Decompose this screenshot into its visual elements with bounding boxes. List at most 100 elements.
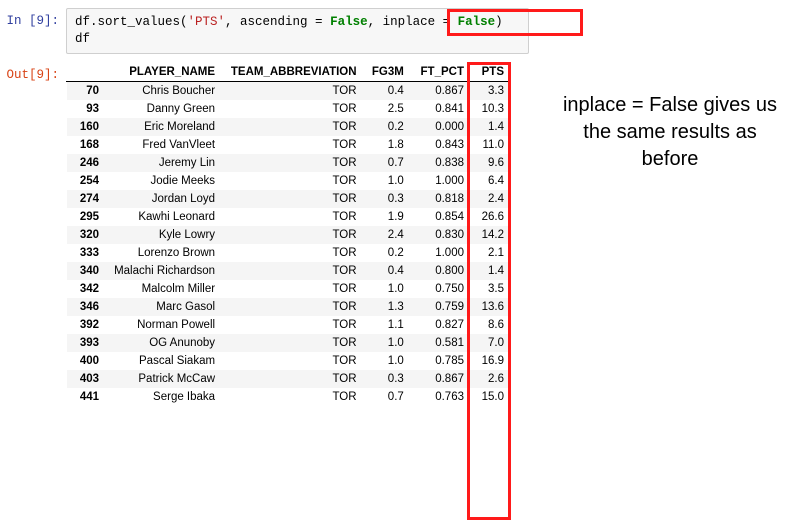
cell-player-name: Chris Boucher — [105, 81, 221, 100]
cell-pts: 6.4 — [470, 172, 511, 190]
input-cell: In [9]: df.sort_values('PTS', ascending … — [4, 8, 800, 54]
cell-team: TOR — [221, 154, 362, 172]
table-row: 392Norman PowellTOR1.10.8278.6 — [67, 316, 511, 334]
cell-player-name: Kawhi Leonard — [105, 208, 221, 226]
output-table-wrap: PLAYER_NAME TEAM_ABBREVIATION FG3M FT_PC… — [66, 62, 511, 407]
col-pts: PTS — [470, 62, 511, 81]
cell-pts: 26.6 — [470, 208, 511, 226]
code-input[interactable]: df.sort_values('PTS', ascending = False,… — [66, 8, 529, 54]
col-ft-pct: FT_PCT — [410, 62, 470, 81]
code-text: df.sort_values('PTS', ascending = False,… — [75, 15, 503, 29]
cell-pts: 14.2 — [470, 226, 511, 244]
cell-fg3m: 1.0 — [363, 334, 410, 352]
table-row: 246Jeremy LinTOR0.70.8389.6 — [67, 154, 511, 172]
cell-pts: 1.4 — [470, 262, 511, 280]
cell-ftpct: 0.000 — [410, 118, 470, 136]
cell-fg3m: 1.0 — [363, 280, 410, 298]
cell-fg3m: 0.7 — [363, 388, 410, 407]
cell-ftpct: 0.818 — [410, 190, 470, 208]
cell-pts: 3.3 — [470, 81, 511, 100]
row-index: 403 — [67, 370, 106, 388]
index-header — [67, 62, 106, 81]
row-index: 392 — [67, 316, 106, 334]
row-index: 346 — [67, 298, 106, 316]
cell-fg3m: 1.0 — [363, 172, 410, 190]
cell-pts: 2.6 — [470, 370, 511, 388]
cell-player-name: Serge Ibaka — [105, 388, 221, 407]
cell-player-name: Eric Moreland — [105, 118, 221, 136]
row-index: 168 — [67, 136, 106, 154]
cell-ftpct: 1.000 — [410, 172, 470, 190]
cell-ftpct: 0.763 — [410, 388, 470, 407]
cell-player-name: Jodie Meeks — [105, 172, 221, 190]
row-index: 342 — [67, 280, 106, 298]
table-row: 295Kawhi LeonardTOR1.90.85426.6 — [67, 208, 511, 226]
header-row: PLAYER_NAME TEAM_ABBREVIATION FG3M FT_PC… — [67, 62, 511, 81]
cell-player-name: Patrick McCaw — [105, 370, 221, 388]
cell-pts: 7.0 — [470, 334, 511, 352]
row-index: 246 — [67, 154, 106, 172]
cell-fg3m: 1.1 — [363, 316, 410, 334]
cell-player-name: OG Anunoby — [105, 334, 221, 352]
row-index: 340 — [67, 262, 106, 280]
cell-pts: 2.4 — [470, 190, 511, 208]
cell-ftpct: 0.841 — [410, 100, 470, 118]
cell-pts: 11.0 — [470, 136, 511, 154]
table-row: 342Malcolm MillerTOR1.00.7503.5 — [67, 280, 511, 298]
row-index: 93 — [67, 100, 106, 118]
cell-team: TOR — [221, 370, 362, 388]
cell-pts: 9.6 — [470, 154, 511, 172]
table-row: 274Jordan LoydTOR0.30.8182.4 — [67, 190, 511, 208]
cell-team: TOR — [221, 190, 362, 208]
cell-team: TOR — [221, 298, 362, 316]
table-row: 441Serge IbakaTOR0.70.76315.0 — [67, 388, 511, 407]
row-index: 441 — [67, 388, 106, 407]
table-row: 333Lorenzo BrownTOR0.21.0002.1 — [67, 244, 511, 262]
cell-fg3m: 0.3 — [363, 190, 410, 208]
cell-fg3m: 1.8 — [363, 136, 410, 154]
cell-team: TOR — [221, 81, 362, 100]
cell-ftpct: 0.827 — [410, 316, 470, 334]
cell-team: TOR — [221, 136, 362, 154]
cell-pts: 15.0 — [470, 388, 511, 407]
cell-player-name: Lorenzo Brown — [105, 244, 221, 262]
table-row: 160Eric MorelandTOR0.20.0001.4 — [67, 118, 511, 136]
cell-fg3m: 1.9 — [363, 208, 410, 226]
cell-fg3m: 0.4 — [363, 262, 410, 280]
row-index: 295 — [67, 208, 106, 226]
annotation-text: inplace = False gives us the same result… — [560, 92, 780, 173]
cell-pts: 10.3 — [470, 100, 511, 118]
table-row: 254Jodie MeeksTOR1.01.0006.4 — [67, 172, 511, 190]
row-index: 70 — [67, 81, 106, 100]
cell-ftpct: 0.867 — [410, 370, 470, 388]
cell-ftpct: 0.830 — [410, 226, 470, 244]
cell-ftpct: 1.000 — [410, 244, 470, 262]
table-row: 400Pascal SiakamTOR1.00.78516.9 — [67, 352, 511, 370]
cell-team: TOR — [221, 316, 362, 334]
cell-player-name: Pascal Siakam — [105, 352, 221, 370]
table-row: 320Kyle LowryTOR2.40.83014.2 — [67, 226, 511, 244]
cell-pts: 1.4 — [470, 118, 511, 136]
cell-fg3m: 0.3 — [363, 370, 410, 388]
cell-player-name: Norman Powell — [105, 316, 221, 334]
cell-fg3m: 0.4 — [363, 81, 410, 100]
cell-team: TOR — [221, 244, 362, 262]
cell-ftpct: 0.843 — [410, 136, 470, 154]
table-row: 70Chris BoucherTOR0.40.8673.3 — [67, 81, 511, 100]
cell-player-name: Fred VanVleet — [105, 136, 221, 154]
cell-ftpct: 0.581 — [410, 334, 470, 352]
cell-team: TOR — [221, 118, 362, 136]
code-line-2: df — [75, 32, 90, 46]
cell-team: TOR — [221, 100, 362, 118]
cell-fg3m: 0.2 — [363, 118, 410, 136]
row-index: 274 — [67, 190, 106, 208]
cell-fg3m: 1.0 — [363, 352, 410, 370]
cell-team: TOR — [221, 352, 362, 370]
cell-ftpct: 0.785 — [410, 352, 470, 370]
col-fg3m: FG3M — [363, 62, 410, 81]
output-prompt: Out[9]: — [4, 62, 66, 82]
cell-team: TOR — [221, 208, 362, 226]
cell-ftpct: 0.867 — [410, 81, 470, 100]
cell-pts: 16.9 — [470, 352, 511, 370]
cell-team: TOR — [221, 388, 362, 407]
